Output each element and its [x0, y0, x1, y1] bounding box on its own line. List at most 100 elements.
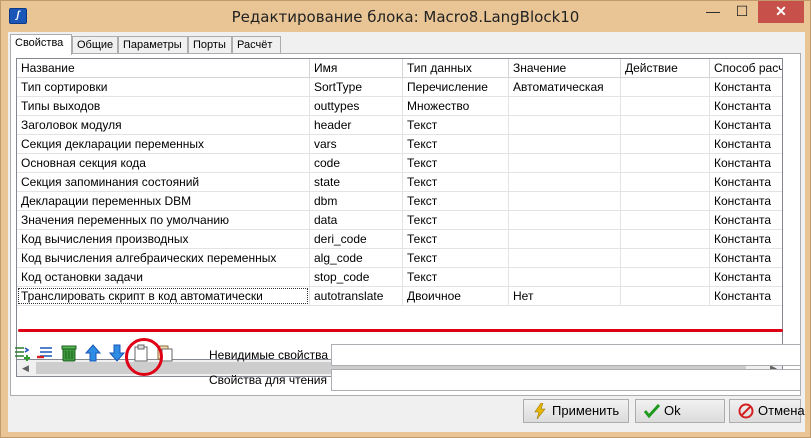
column-header-value[interactable]: Значение — [509, 59, 621, 78]
cell-value[interactable]: Нет — [509, 287, 621, 305]
table-row[interactable]: Секция запоминания состояний state Текст Ко… — [17, 173, 782, 192]
cell-method[interactable]: Константа — [710, 78, 782, 96]
cell-action[interactable] — [621, 135, 710, 153]
table-row[interactable]: Секция декларации переменных vars Текст Кон… — [17, 135, 782, 154]
cell-method[interactable]: Константа — [710, 192, 782, 210]
column-header-id[interactable]: Имя — [310, 59, 403, 78]
cell-value[interactable] — [509, 97, 621, 115]
move-up-icon[interactable] — [84, 344, 102, 362]
remove-property-icon[interactable] — [36, 344, 54, 362]
tab-properties[interactable]: Свойства — [10, 34, 72, 55]
cell-id[interactable]: stop_code — [310, 268, 403, 286]
cell-value[interactable] — [509, 173, 621, 191]
cell-action[interactable] — [621, 230, 710, 248]
cell-type[interactable]: Текст — [403, 249, 509, 267]
ok-button[interactable]: Ok — [635, 399, 725, 423]
cell-id[interactable]: SortType — [310, 78, 403, 96]
cell-name[interactable]: Секция запоминания состояний — [17, 173, 310, 191]
cell-type[interactable]: Текст — [403, 211, 509, 229]
cell-type[interactable]: Текст — [403, 192, 509, 210]
table-row[interactable]: Значения переменных по умолчанию data Текс… — [17, 211, 782, 230]
cell-name[interactable]: Код вычисления алгебраических переменных — [17, 249, 310, 267]
cell-method[interactable]: Константа — [710, 211, 782, 229]
table-row[interactable]: Тип сортировки SortType Перечисление Автома… — [17, 78, 782, 97]
cell-action[interactable] — [621, 173, 710, 191]
column-header-method[interactable]: Способ расчёта — [710, 59, 782, 78]
cell-action[interactable] — [621, 268, 710, 286]
column-header-type[interactable]: Тип данных — [403, 59, 509, 78]
cell-name[interactable]: Декларации переменных DBM — [17, 192, 310, 210]
cell-name[interactable]: Секция декларации переменных — [17, 135, 310, 153]
cell-type[interactable]: Двоичное — [403, 287, 509, 305]
table-row[interactable]: Код вычисления алгебраических переменных… — [17, 249, 782, 268]
table-row[interactable]: Декларации переменных DBM dbm Текст Констан… — [17, 192, 782, 211]
cell-value[interactable] — [509, 192, 621, 210]
cancel-button[interactable]: Отмена — [729, 399, 805, 423]
table-row[interactable]: Типы выходов outtypes Множество Константа — [17, 97, 782, 116]
cell-action[interactable] — [621, 287, 710, 305]
cell-type[interactable]: Перечисление — [403, 78, 509, 96]
cell-type[interactable]: Текст — [403, 135, 509, 153]
apply-button[interactable]: Применить — [523, 399, 629, 423]
readonly-properties-field[interactable] — [331, 369, 801, 391]
close-button[interactable]: ✕ — [758, 1, 804, 23]
cell-id[interactable]: vars — [310, 135, 403, 153]
column-header-action[interactable]: Действие — [621, 59, 710, 78]
cell-method[interactable]: Константа — [710, 230, 782, 248]
tab-general[interactable]: Общие — [72, 36, 118, 54]
cell-value[interactable]: Автоматическая — [509, 78, 621, 96]
cell-id[interactable]: header — [310, 116, 403, 134]
cell-name[interactable]: Тип сортировки — [17, 78, 310, 96]
cell-method[interactable]: Константа — [710, 287, 782, 305]
cell-name[interactable]: Типы выходов — [17, 97, 310, 115]
cell-id[interactable]: dbm — [310, 192, 403, 210]
cell-id[interactable]: autotranslate — [310, 287, 403, 305]
cell-value[interactable] — [509, 211, 621, 229]
title-bar[interactable]: ʃ Редактирование блока: Macro8.LangBlock… — [1, 1, 810, 31]
cell-method[interactable]: Константа — [710, 135, 782, 153]
cell-action[interactable] — [621, 97, 710, 115]
tab-calculation[interactable]: Расчёт — [232, 36, 281, 54]
table-row[interactable]: Заголовок модуля header Текст Константа — [17, 116, 782, 135]
cell-type[interactable]: Текст — [403, 116, 509, 134]
cell-value[interactable] — [509, 268, 621, 286]
column-header-name[interactable]: Название — [17, 59, 310, 78]
delete-icon[interactable] — [60, 344, 78, 362]
cell-name[interactable]: Значения переменных по умолчанию — [17, 211, 310, 229]
cell-action[interactable] — [621, 211, 710, 229]
cell-value[interactable] — [509, 230, 621, 248]
table-row[interactable]: Основная секция кода code Текст Константа — [17, 154, 782, 173]
cell-name[interactable]: Код вычисления производных — [17, 230, 310, 248]
cell-action[interactable] — [621, 78, 710, 96]
cell-method[interactable]: Константа — [710, 268, 782, 286]
cell-type[interactable]: Множество — [403, 97, 509, 115]
cell-action[interactable] — [621, 154, 710, 172]
add-property-icon[interactable] — [14, 344, 32, 362]
table-row[interactable]: Код остановки задачи stop_code Текст Конста… — [17, 268, 782, 287]
cell-method[interactable]: Константа — [710, 173, 782, 191]
cell-id[interactable]: state — [310, 173, 403, 191]
cell-action[interactable] — [621, 116, 710, 134]
tab-ports[interactable]: Порты — [188, 36, 232, 54]
cell-id[interactable]: outtypes — [310, 97, 403, 115]
cell-value[interactable] — [509, 154, 621, 172]
table-row[interactable]: Код вычисления производных deri_code Текст… — [17, 230, 782, 249]
cell-method[interactable]: Константа — [710, 97, 782, 115]
cell-value[interactable] — [509, 249, 621, 267]
cell-method[interactable]: Константа — [710, 116, 782, 134]
cell-id[interactable]: code — [310, 154, 403, 172]
cell-type[interactable]: Текст — [403, 268, 509, 286]
properties-grid[interactable]: Название Имя Тип данных Значение Действи… — [16, 58, 783, 360]
cell-name[interactable]: Код остановки задачи — [17, 268, 310, 286]
invisible-properties-field[interactable] — [331, 344, 801, 366]
cell-action[interactable] — [621, 192, 710, 210]
cell-id[interactable]: deri_code — [310, 230, 403, 248]
cell-type[interactable]: Текст — [403, 173, 509, 191]
cell-method[interactable]: Константа — [710, 154, 782, 172]
cell-type[interactable]: Текст — [403, 230, 509, 248]
cell-id[interactable]: data — [310, 211, 403, 229]
cell-value[interactable] — [509, 116, 621, 134]
cell-method[interactable]: Константа — [710, 249, 782, 267]
cell-name[interactable]: Заголовок модуля — [17, 116, 310, 134]
cell-name[interactable]: Основная секция кода — [17, 154, 310, 172]
